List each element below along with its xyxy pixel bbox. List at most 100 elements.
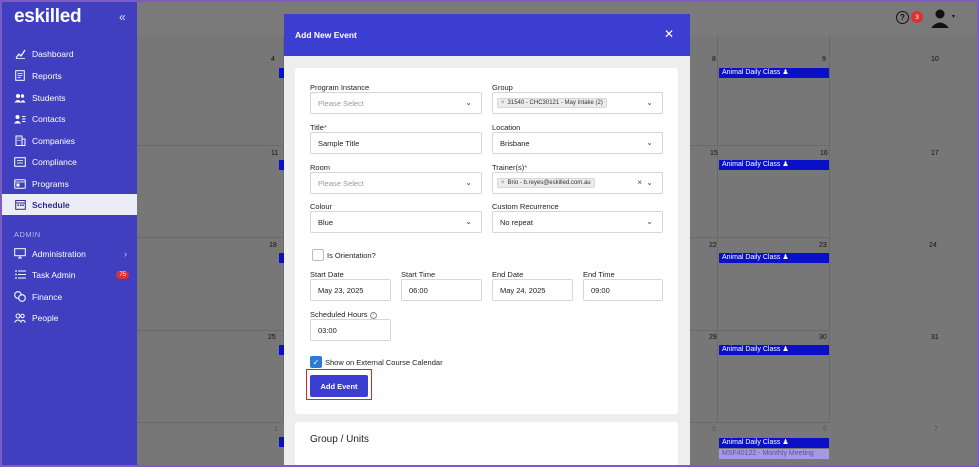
calendar-day-cell[interactable] [690, 238, 718, 331]
sidebar-item-companies[interactable]: Companies [0, 130, 137, 151]
trainer-chip-label: Brio - b.reyes@eskilled.com.au [507, 180, 591, 186]
day-number: 7 [934, 426, 938, 433]
event-bar[interactable]: Animal Daily Class ♟ [719, 68, 829, 78]
day-number: 16 [820, 150, 828, 157]
colour-select[interactable]: Blue ⌄ [310, 211, 482, 233]
event-label: Animal Daily Class [722, 254, 781, 261]
day-number: 1 [274, 426, 278, 433]
sidebar-item-dashboard[interactable]: Dashboard [0, 43, 137, 64]
calendar-day-cell[interactable] [690, 36, 718, 146]
user-avatar-icon[interactable] [930, 8, 950, 28]
remove-chip-icon[interactable]: × [501, 180, 505, 186]
info-icon[interactable]: ? [369, 311, 377, 319]
custom-recurrence-label: Custom Recurrence [492, 202, 559, 211]
monitor-icon [14, 248, 26, 260]
close-icon[interactable]: ✕ [664, 27, 674, 41]
add-event-button[interactable]: Add Event [310, 375, 368, 397]
sidebar-item-administration[interactable]: Administration › [0, 243, 137, 264]
calendar-day-cell[interactable] [718, 238, 830, 331]
help-icon[interactable]: ? [896, 11, 909, 24]
sidebar-item-programs[interactable]: Programs [0, 173, 137, 194]
trainer-chip[interactable]: × Brio - b.reyes@eskilled.com.au [497, 178, 595, 188]
program-instance-select[interactable]: Please Select ⌄ [310, 92, 482, 114]
event-bar[interactable]: MSF40122 - Monthly Meeting [719, 449, 829, 459]
sidebar-item-label: Dashboard [32, 48, 74, 59]
start-time-input[interactable]: 06:00 [401, 279, 482, 301]
calendar-day-cell[interactable] [137, 146, 284, 238]
event-bar[interactable]: Animal Daily Class ♟ [719, 345, 829, 355]
notification-badge[interactable]: 3 [911, 11, 923, 23]
group-chip[interactable]: × 31540 - CHC30121 - May Intake (2) [497, 98, 607, 108]
day-number: 10 [931, 56, 939, 63]
day-number: 4 [271, 56, 275, 63]
sidebar-item-label: Reports [32, 70, 62, 81]
start-date-label: Start Date [310, 270, 344, 279]
sidebar-item-label: Task Admin [32, 269, 76, 280]
room-select[interactable]: Please Select ⌄ [310, 172, 482, 194]
people-icon [14, 312, 26, 324]
remove-chip-icon[interactable]: × [501, 100, 505, 106]
day-number: 15 [710, 150, 718, 157]
task-count-badge: 75 [116, 270, 129, 279]
chevron-down-icon: ⌄ [465, 98, 472, 107]
calendar-day-cell[interactable] [718, 36, 830, 146]
scheduled-hours-label: Scheduled Hours? [310, 310, 377, 319]
day-number: 30 [819, 334, 827, 341]
sidebar-item-schedule[interactable]: Schedule [0, 194, 137, 215]
event-form: Program Instance Please Select ⌄ Group ×… [295, 68, 678, 414]
room-label: Room [310, 163, 331, 172]
sidebar-item-contacts[interactable]: Contacts [0, 108, 137, 129]
day-number: 23 [819, 242, 827, 249]
event-bar[interactable]: Animal Daily Class ♟ [719, 253, 829, 263]
chevron-down-icon: ⌄ [465, 178, 472, 187]
user-menu-caret-icon[interactable]: ▾ [952, 13, 955, 20]
clear-icon[interactable]: × [637, 178, 642, 187]
sidebar-item-students[interactable]: Students [0, 87, 137, 108]
trainers-select[interactable]: × Brio - b.reyes@eskilled.com.au × ⌄ [492, 172, 663, 194]
brand-logo[interactable]: eskilled [14, 6, 82, 28]
person-icon: ♟ [782, 439, 789, 446]
event-label: Animal Daily Class [722, 346, 781, 353]
location-select[interactable]: Brisbane ⌄ [492, 132, 663, 154]
end-time-input[interactable]: 09:00 [583, 279, 663, 301]
scheduled-hours-input[interactable]: 03:00 [310, 319, 391, 341]
day-number: 8 [712, 56, 716, 63]
room-placeholder: Please Select [318, 178, 364, 188]
show-external-checkbox[interactable]: ✓ [310, 356, 322, 368]
collapse-sidebar-icon[interactable]: « [119, 10, 126, 24]
end-date-input[interactable]: May 24, 2025 [492, 279, 573, 301]
is-orientation-label: Is Orientation? [327, 251, 376, 260]
event-bar[interactable]: Animal Daily Class ♟ [719, 438, 829, 448]
colour-label: Colour [310, 202, 333, 211]
show-external-label: Show on External Course Calendar [325, 358, 443, 367]
day-number: 24 [929, 242, 937, 249]
building-icon [14, 135, 26, 147]
calendar-day-cell[interactable] [690, 331, 718, 423]
calendar-day-cell[interactable] [690, 146, 718, 238]
start-date-input[interactable]: May 23, 2025 [310, 279, 391, 301]
users-icon [14, 92, 26, 104]
title-input[interactable]: Sample Title [310, 132, 482, 154]
sidebar-item-finance[interactable]: Finance [0, 286, 137, 307]
chevron-down-icon: ⌄ [646, 138, 653, 147]
day-number: 17 [931, 150, 939, 157]
group-select[interactable]: × 31540 - CHC30121 - May Intake (2) ⌄ [492, 92, 663, 114]
sidebar-item-task-admin[interactable]: Task Admin 75 [0, 264, 137, 285]
chevron-down-icon: ⌄ [646, 217, 653, 226]
sidebar-item-people[interactable]: People [0, 307, 137, 328]
calendar-day-cell[interactable] [137, 36, 284, 146]
sidebar-item-reports[interactable]: Reports [0, 65, 137, 86]
location-value: Brisbane [500, 138, 530, 148]
day-number: 9 [822, 56, 826, 63]
sidebar-item-compliance[interactable]: Compliance [0, 151, 137, 172]
chart-line-icon [14, 48, 26, 60]
sidebar-item-label: Programs [32, 178, 69, 189]
person-icon: ♟ [782, 69, 789, 76]
event-label: Animal Daily Class [722, 161, 781, 168]
calendar-day-cell[interactable] [137, 331, 284, 423]
custom-recurrence-select[interactable]: No repeat ⌄ [492, 211, 663, 233]
is-orientation-checkbox[interactable] [312, 249, 324, 261]
event-bar[interactable]: Animal Daily Class ♟ [719, 160, 829, 170]
event-label: Animal Daily Class [722, 69, 781, 76]
calendar-day-cell[interactable] [137, 238, 284, 331]
